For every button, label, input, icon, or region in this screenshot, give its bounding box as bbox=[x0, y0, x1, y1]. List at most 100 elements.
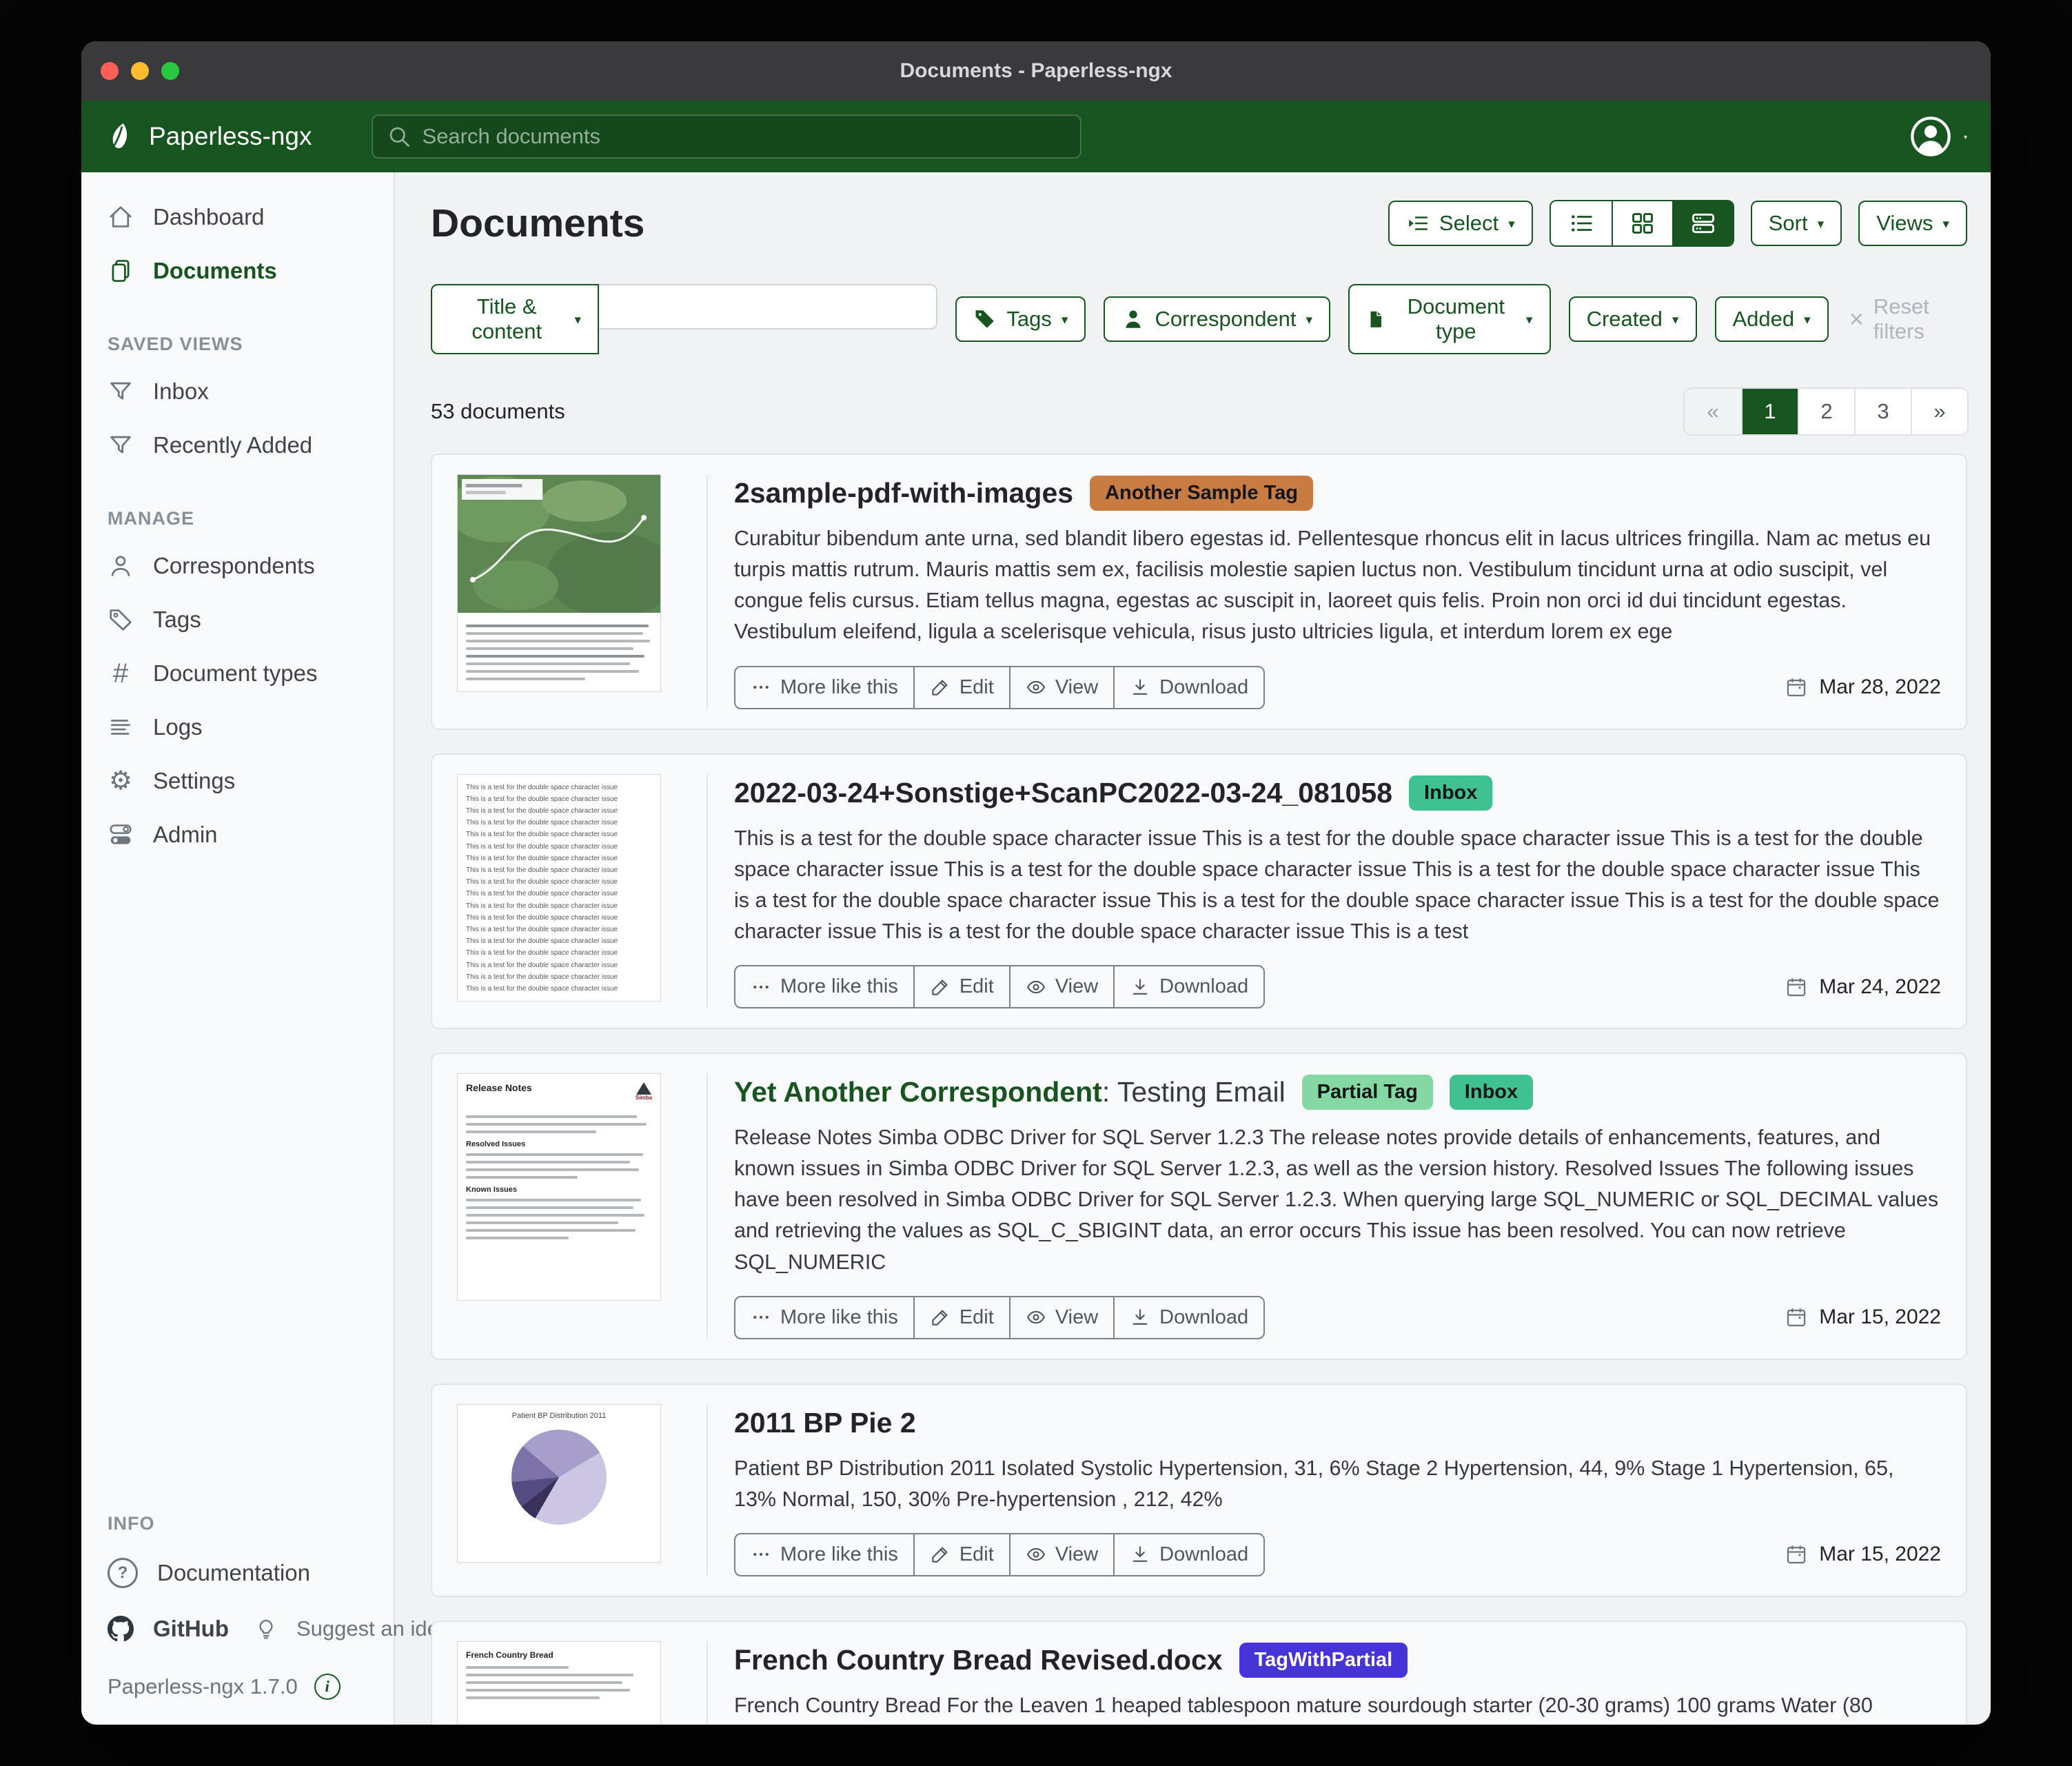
download-button[interactable]: Download bbox=[1113, 1534, 1263, 1575]
info-circle-icon[interactable] bbox=[314, 1674, 341, 1700]
edit-button[interactable]: Edit bbox=[913, 966, 1009, 1007]
thumb-line bbox=[466, 670, 640, 673]
document-title[interactable]: 2022-03-24+Sonstige+ScanPC2022-03-24_081… bbox=[734, 777, 1392, 809]
select-button[interactable]: Select ▾ bbox=[1388, 201, 1533, 246]
sidebar-item-dashboard[interactable]: Dashboard bbox=[81, 190, 394, 244]
triangle-icon bbox=[636, 1082, 651, 1095]
pencil-icon bbox=[932, 680, 948, 696]
view-button[interactable]: View bbox=[1008, 966, 1113, 1007]
sidebar-item-document-types[interactable]: Document types bbox=[81, 647, 394, 700]
sidebar-item-inbox[interactable]: Inbox bbox=[81, 365, 394, 418]
document-thumbnail[interactable]: Release Notes Simba Resolved Issues Know… bbox=[457, 1073, 708, 1339]
tag-badge[interactable]: Inbox bbox=[1409, 775, 1493, 811]
view-button[interactable]: View bbox=[1008, 1534, 1113, 1575]
edit-button[interactable]: Edit bbox=[913, 667, 1009, 708]
download-button[interactable]: Download bbox=[1113, 1297, 1263, 1338]
eye-icon bbox=[1026, 680, 1045, 694]
views-button[interactable]: Views ▾ bbox=[1858, 201, 1967, 246]
document-thumbnail[interactable]: Patient BP Distribution 2011 bbox=[457, 1403, 708, 1576]
tag-badge[interactable]: Another Sample Tag bbox=[1090, 476, 1313, 511]
pagination-prev-button[interactable]: « bbox=[1685, 389, 1741, 434]
more-like-this-button[interactable]: More like this bbox=[735, 1297, 913, 1338]
thumb-line bbox=[466, 1681, 622, 1684]
leaf-icon bbox=[110, 123, 128, 150]
more-like-this-button[interactable]: More like this bbox=[735, 1534, 913, 1575]
document-title[interactable]: 2sample-pdf-with-images bbox=[734, 477, 1073, 509]
pencil-icon bbox=[932, 980, 948, 995]
user-menu[interactable]: ▾ bbox=[1909, 114, 1967, 159]
title-content-input[interactable] bbox=[599, 284, 938, 329]
sidebar-item-tags[interactable]: Tags bbox=[81, 593, 394, 647]
views-button-label: Views bbox=[1876, 211, 1933, 235]
card-action-group: More like this Edit View Download bbox=[734, 965, 1266, 1008]
pie-chart-image bbox=[511, 1429, 607, 1525]
view-detail-button[interactable] bbox=[1672, 201, 1733, 245]
edit-button[interactable]: Edit bbox=[913, 1534, 1009, 1575]
tag-badge[interactable]: Partial Tag bbox=[1301, 1075, 1433, 1110]
title-content-dropdown[interactable]: Title & content ▾ bbox=[431, 284, 600, 354]
document-thumbnail[interactable]: This is a test for the double space char… bbox=[457, 773, 708, 1008]
brand-name: Paperless-ngx bbox=[149, 122, 312, 150]
sidebar-item-recently-added[interactable]: Recently Added bbox=[81, 418, 394, 472]
document-title[interactable]: Yet Another Correspondent: Testing Email bbox=[734, 1076, 1286, 1108]
edit-button[interactable]: Edit bbox=[913, 1297, 1009, 1338]
document-title[interactable]: French Country Bread Revised.docx bbox=[734, 1644, 1223, 1676]
select-icon bbox=[1409, 216, 1428, 230]
sidebar-item-github[interactable]: GitHub bbox=[81, 1602, 229, 1656]
more-like-this-button[interactable]: More like this bbox=[735, 966, 913, 1007]
pagination-page-1[interactable]: 1 bbox=[1741, 389, 1798, 434]
sidebar-item-label: Documents bbox=[153, 258, 277, 283]
document-date: Mar 24, 2022 bbox=[1785, 975, 1941, 999]
tag-badge[interactable]: TagWithPartial bbox=[1239, 1642, 1408, 1678]
view-button[interactable]: View bbox=[1008, 1297, 1113, 1338]
thumb-line bbox=[466, 1168, 640, 1171]
select-button-label: Select bbox=[1439, 211, 1499, 235]
more-like-this-button[interactable]: More like this bbox=[735, 667, 913, 708]
chevron-down-icon: ▾ bbox=[574, 313, 582, 328]
sidebar-item-documents[interactable]: Documents bbox=[81, 244, 394, 298]
sidebar-item-documentation[interactable]: Documentation bbox=[81, 1544, 394, 1602]
thumb-line bbox=[466, 1221, 619, 1224]
document-snippet: French Country Bread For the Leaven 1 he… bbox=[734, 1693, 1873, 1717]
dots-icon bbox=[753, 985, 769, 988]
view-list-button[interactable] bbox=[1550, 201, 1612, 245]
app-logo[interactable]: Paperless-ngx bbox=[105, 121, 312, 152]
view-grid-button[interactable] bbox=[1611, 201, 1672, 245]
thumb-line bbox=[466, 1696, 600, 1699]
document-type-filter-button[interactable]: Document type ▾ bbox=[1348, 284, 1551, 354]
tags-filter-button[interactable]: Tags ▾ bbox=[955, 296, 1086, 342]
document-card: Patient BP Distribution 2011 2011 BP Pie… bbox=[431, 1383, 1967, 1597]
sidebar-item-settings[interactable]: Settings bbox=[81, 754, 394, 808]
sidebar-item-admin[interactable]: Admin bbox=[81, 808, 394, 862]
added-filter-button[interactable]: Added ▾ bbox=[1714, 296, 1829, 342]
gear-icon bbox=[108, 768, 134, 794]
sort-button[interactable]: Sort ▾ bbox=[1750, 201, 1842, 246]
pagination-page-3[interactable]: 3 bbox=[1854, 389, 1911, 434]
download-button[interactable]: Download bbox=[1113, 667, 1263, 708]
document-correspondent[interactable]: Yet Another Correspondent bbox=[734, 1076, 1102, 1108]
document-thumbnail[interactable] bbox=[457, 474, 708, 709]
pagination-next-button[interactable]: » bbox=[1911, 389, 1967, 434]
eye-icon bbox=[1026, 1548, 1045, 1561]
download-icon bbox=[1133, 978, 1148, 995]
reset-filters-button[interactable]: Reset filters bbox=[1849, 294, 1967, 344]
sort-button-label: Sort bbox=[1768, 211, 1808, 235]
thumb-line bbox=[466, 1176, 578, 1179]
app-window: Documents - Paperless-ngx Paperless-ngx … bbox=[81, 41, 1991, 1725]
sidebar-item-logs[interactable]: Logs bbox=[81, 700, 394, 754]
document-thumbnail[interactable]: French Country Bread bbox=[457, 1641, 708, 1725]
user-avatar-icon bbox=[1911, 116, 1951, 156]
view-button[interactable]: View bbox=[1008, 667, 1113, 708]
sidebar-item-correspondents[interactable]: Correspondents bbox=[81, 539, 394, 593]
chevron-down-icon: ▾ bbox=[1672, 313, 1679, 328]
tag-badge[interactable]: Inbox bbox=[1449, 1075, 1534, 1110]
chevron-down-icon: ▾ bbox=[1804, 313, 1811, 328]
thumb-line bbox=[466, 1665, 569, 1669]
download-button[interactable]: Download bbox=[1113, 966, 1263, 1007]
search-input[interactable] bbox=[371, 114, 1081, 159]
created-filter-button[interactable]: Created ▾ bbox=[1568, 296, 1697, 342]
correspondent-filter-button[interactable]: Correspondent ▾ bbox=[1104, 296, 1331, 342]
document-title[interactable]: 2011 BP Pie 2 bbox=[734, 1407, 916, 1439]
thumb-line bbox=[466, 1161, 630, 1164]
pagination-page-2[interactable]: 2 bbox=[1798, 389, 1854, 434]
